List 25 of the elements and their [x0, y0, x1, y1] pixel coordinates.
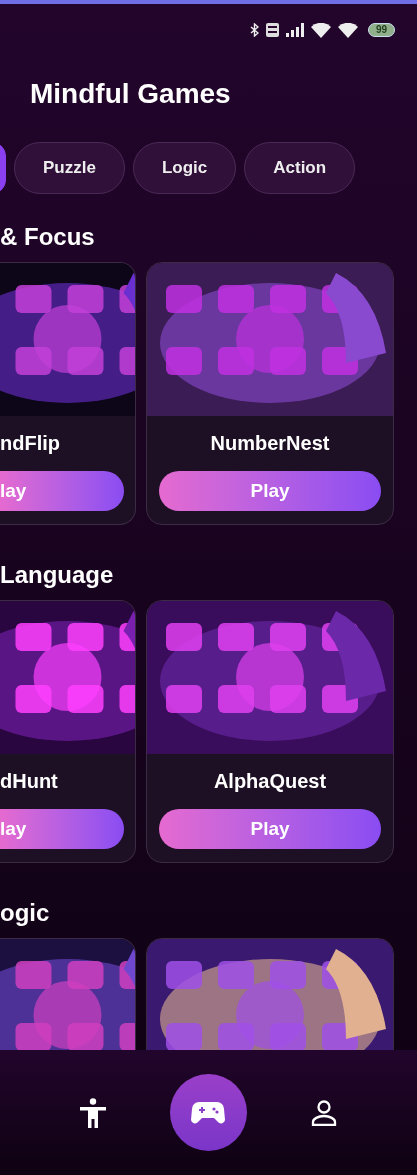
bluetooth-icon: [249, 23, 259, 37]
filter-chip[interactable]: Puzzle: [14, 142, 125, 194]
filter-chip[interactable]: Logic: [132, 142, 237, 194]
person-icon: [311, 1099, 338, 1126]
game-title: NumberNest: [209, 431, 331, 455]
accessibility-icon: [79, 1097, 106, 1128]
play-button[interactable]: Play: [159, 471, 381, 511]
section-heading: ogic: [0, 898, 51, 928]
battery-indicator: 99: [367, 23, 395, 37]
page-title: Mindful Games: [29, 77, 232, 111]
wifi-icon: [337, 22, 358, 38]
game-title: ndFlip: [0, 431, 61, 455]
game-card[interactable]: AlphaQuest Play: [146, 600, 394, 863]
play-button[interactable]: Play: [159, 809, 381, 849]
game-card[interactable]: NumberNest Play: [146, 262, 394, 525]
game-title: AlphaQuest: [212, 769, 328, 793]
section-heading: & Focus: [0, 222, 96, 252]
game-title: dHunt: [0, 769, 59, 793]
filter-chip[interactable]: Action: [244, 142, 356, 194]
section-heading: Language: [0, 560, 115, 590]
game-card[interactable]: ndFlip lay: [0, 262, 136, 525]
signal-icon: [285, 23, 304, 37]
gamepad-icon: [191, 1100, 226, 1125]
wifi-icon: [310, 22, 331, 38]
game-card[interactable]: dHunt lay: [0, 600, 136, 863]
